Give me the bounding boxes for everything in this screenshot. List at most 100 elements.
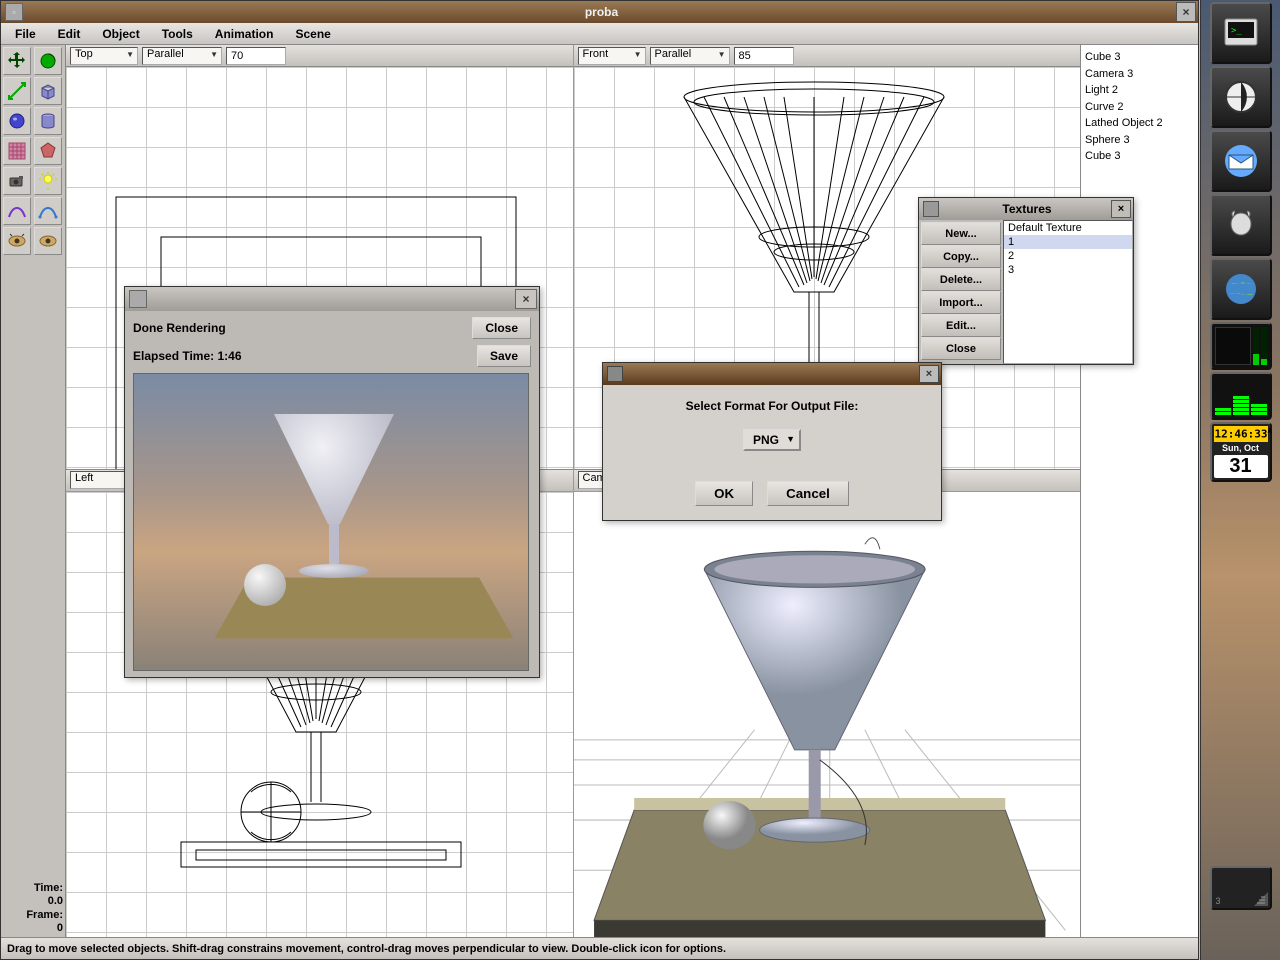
textures-palette: Textures × New... Copy... Delete... Impo… xyxy=(918,197,1134,365)
svg-text:>_: >_ xyxy=(1231,26,1242,36)
time-value: 0.0 xyxy=(5,895,63,908)
window-close-button[interactable]: × xyxy=(1176,2,1196,22)
textures-delete-button[interactable]: Delete... xyxy=(921,268,1001,291)
status-text: Drag to move selected objects. Shift-dra… xyxy=(7,943,726,955)
time-label: Time: xyxy=(5,882,63,895)
object-list-item[interactable]: Light 2 xyxy=(1085,82,1194,99)
texture-item[interactable]: 1 xyxy=(1004,235,1132,249)
dock-mail-icon[interactable] xyxy=(1210,130,1272,192)
render-dialog: × Done Rendering Close Elapsed Time: 1:4… xyxy=(124,286,540,678)
textures-close-button[interactable]: × xyxy=(1111,200,1131,218)
pager-workspace-number: 3 xyxy=(1216,896,1221,906)
textures-list[interactable]: Default Texture 1 2 3 xyxy=(1003,220,1133,364)
format-select[interactable]: PNG xyxy=(743,429,801,451)
clock-date: Sun, Oct xyxy=(1214,444,1268,454)
format-dialog: × Select Format For Output File: PNG OK … xyxy=(602,362,942,521)
render-save-btn[interactable]: Save xyxy=(477,345,531,367)
textures-copy-button[interactable]: Copy... xyxy=(921,245,1001,268)
viewport-front-header: Front Parallel xyxy=(574,45,1081,67)
object-list-item[interactable]: Sphere 3 xyxy=(1085,132,1194,149)
object-list-panel: Cube 3 Camera 3 Light 2 Curve 2 Lathed O… xyxy=(1080,45,1198,937)
textures-close-btn[interactable]: Close xyxy=(921,337,1001,360)
tool-eye-move[interactable] xyxy=(3,227,31,255)
textures-titlebar[interactable]: Textures × xyxy=(919,198,1133,220)
menu-animation[interactable]: Animation xyxy=(205,25,284,43)
format-prompt: Select Format For Output File: xyxy=(617,399,927,413)
dock-system-monitor[interactable] xyxy=(1210,322,1272,370)
clock-time: 12:46:33 xyxy=(1215,428,1268,441)
viewport-camera xyxy=(574,492,1081,938)
dock-pager[interactable]: 3 xyxy=(1210,866,1272,910)
render-preview-image xyxy=(133,373,529,671)
textures-import-button[interactable]: Import... xyxy=(921,291,1001,314)
texture-item[interactable]: Default Texture xyxy=(1004,221,1132,235)
zoom-input[interactable] xyxy=(226,47,286,65)
clock-day: 31 xyxy=(1214,455,1268,478)
projection-select[interactable]: Parallel xyxy=(650,47,730,65)
projection-select[interactable]: Parallel xyxy=(142,47,222,65)
render-close-btn[interactable]: Close xyxy=(472,317,531,339)
textures-title: Textures xyxy=(943,202,1111,216)
tool-create-curve-interp[interactable] xyxy=(34,197,62,225)
menu-scene[interactable]: Scene xyxy=(285,25,340,43)
format-close-button[interactable]: × xyxy=(919,365,939,383)
tool-palette: Time: 0.0 Frame: 0 xyxy=(1,45,66,937)
window-menu-icon[interactable]: ▫ xyxy=(5,3,23,21)
tool-create-polygon[interactable] xyxy=(34,137,62,165)
menu-object[interactable]: Object xyxy=(92,25,149,43)
frame-label: Frame: xyxy=(5,909,63,922)
render-status-label: Done Rendering xyxy=(133,321,472,335)
menu-edit[interactable]: Edit xyxy=(48,25,91,43)
view-direction-select[interactable]: Front xyxy=(578,47,646,65)
textures-edit-button[interactable]: Edit... xyxy=(921,314,1001,337)
menu-file[interactable]: File xyxy=(5,25,46,43)
tool-create-light[interactable] xyxy=(34,167,62,195)
format-titlebar[interactable]: × xyxy=(603,363,941,385)
object-list-item[interactable]: Cube 3 xyxy=(1085,148,1194,165)
dock-browser-icon[interactable] xyxy=(1210,66,1272,128)
zoom-input[interactable] xyxy=(734,47,794,65)
tool-create-curve[interactable] xyxy=(3,197,31,225)
resize-grip-icon[interactable] xyxy=(1254,892,1268,906)
tool-create-sphere[interactable] xyxy=(3,107,31,135)
dock-globe-icon[interactable] xyxy=(1210,258,1272,320)
tool-move[interactable] xyxy=(3,47,31,75)
window-menu-icon[interactable] xyxy=(129,290,147,308)
desktop-dock: >_ 12:46:33A Sun, Oct 31 3 xyxy=(1200,0,1280,960)
tool-create-spline-mesh[interactable] xyxy=(3,137,31,165)
object-list-item[interactable]: Lathed Object 2 xyxy=(1085,115,1194,132)
render-titlebar[interactable]: × xyxy=(125,287,539,311)
textures-new-button[interactable]: New... xyxy=(921,222,1001,245)
tool-rotate[interactable] xyxy=(34,47,62,75)
time-frame-display: Time: 0.0 Frame: 0 xyxy=(5,882,63,935)
main-titlebar[interactable]: ▫ proba × xyxy=(1,1,1198,23)
render-close-button[interactable]: × xyxy=(515,289,537,309)
texture-item[interactable]: 3 xyxy=(1004,263,1132,277)
menu-tools[interactable]: Tools xyxy=(152,25,203,43)
shaded-camera-view xyxy=(574,492,1081,938)
dock-terminal-icon[interactable]: >_ xyxy=(1210,2,1272,64)
dock-cpu-meter[interactable] xyxy=(1210,372,1272,420)
texture-item[interactable]: 2 xyxy=(1004,249,1132,263)
window-title: proba xyxy=(27,5,1176,19)
tool-create-cube[interactable] xyxy=(34,77,62,105)
view-direction-select[interactable]: Top xyxy=(70,47,138,65)
object-list-item[interactable]: Cube 3 xyxy=(1085,49,1194,66)
tool-create-cylinder[interactable] xyxy=(34,107,62,135)
tool-eye-rotate[interactable] xyxy=(34,227,62,255)
viewport-camera-canvas[interactable] xyxy=(574,492,1081,938)
dock-gnu-icon[interactable] xyxy=(1210,194,1272,256)
object-list-item[interactable]: Curve 2 xyxy=(1085,99,1194,116)
format-cancel-button[interactable]: Cancel xyxy=(767,481,849,506)
tool-scale[interactable] xyxy=(3,77,31,105)
frame-value: 0 xyxy=(5,922,63,935)
format-ok-button[interactable]: OK xyxy=(695,481,753,506)
window-menu-icon[interactable] xyxy=(923,201,939,217)
status-bar: Drag to move selected objects. Shift-dra… xyxy=(1,937,1198,959)
clock-ampm: A xyxy=(1267,427,1271,435)
object-list-item[interactable]: Camera 3 xyxy=(1085,66,1194,83)
window-menu-icon[interactable] xyxy=(607,366,623,382)
dock-clock[interactable]: 12:46:33A Sun, Oct 31 xyxy=(1210,422,1272,482)
render-elapsed-label: Elapsed Time: 1:46 xyxy=(133,349,477,363)
tool-create-camera[interactable] xyxy=(3,167,31,195)
